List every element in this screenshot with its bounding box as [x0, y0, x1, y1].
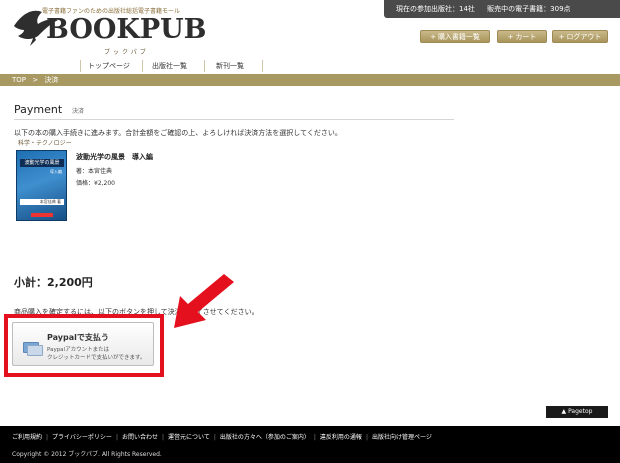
red-highlight-box: [4, 314, 164, 377]
cover-publisher-mark: [31, 213, 53, 217]
main-nav: トップページ 出版社一覧 新刊一覧: [0, 58, 620, 74]
copyright: Copyright © 2012 ブックパブ. All Rights Reser…: [12, 451, 162, 458]
footer-link-terms[interactable]: ご利用規約: [12, 434, 42, 441]
nav-divider: [80, 60, 81, 72]
book-count: 販売中の電子書籍：309点: [487, 5, 571, 13]
subtotal: 小計：2,200円: [14, 276, 93, 289]
footer-link-report[interactable]: 違反利用の通報: [320, 434, 362, 441]
publisher-count: 現在の参加出版社：14社: [396, 5, 475, 13]
cart-label: カート: [515, 33, 537, 41]
footer-separator: |: [46, 434, 49, 441]
book-category: 科学・テクノロジー: [18, 140, 72, 147]
nav-item-publishers[interactable]: 出版社一覧: [152, 59, 187, 73]
breadcrumb-top-link[interactable]: TOP: [12, 76, 26, 84]
cover-author: 本宮佳典 著: [20, 199, 64, 205]
book-title: 波動光学の風景 導入編: [76, 153, 153, 161]
footer-separator: |: [115, 434, 118, 441]
footer-link-admin[interactable]: 出版社向け管理ページ: [372, 434, 432, 441]
red-arrow-icon: [174, 274, 234, 328]
footer-link-privacy[interactable]: プライバシーポリシー: [52, 434, 112, 441]
footer-separator: |: [213, 434, 216, 441]
site-footer: ご利用規約 | プライバシーポリシー | お問い合わせ | 運営元について | 出版社の方々へ（…: [0, 426, 620, 463]
book-cover-image: 波動光学の風景 導入編 本宮佳典 著: [16, 150, 67, 221]
footer-separator: |: [313, 434, 316, 441]
cart-button[interactable]: + カート: [497, 30, 547, 43]
cover-title: 波動光学の風景: [20, 159, 64, 167]
site-logo[interactable]: 電子書籍ファンのための出版社総括電子書籍モール BOOKPUB ブックパブ: [12, 4, 252, 56]
pagetop-label: Pagetop: [568, 408, 593, 415]
nav-divider: [204, 60, 205, 72]
breadcrumb-separator: >: [32, 76, 39, 84]
logout-button[interactable]: + ログアウト: [552, 30, 608, 43]
book-price: 価格：¥2,200: [76, 180, 115, 187]
plus-icon: +: [507, 33, 514, 41]
nav-divider: [262, 60, 263, 72]
cover-subtitle: 導入編: [50, 169, 62, 174]
nav-item-top[interactable]: トップページ: [88, 59, 130, 73]
logo-text: BOOKPUB: [46, 14, 207, 45]
plus-icon: +: [558, 33, 565, 41]
pagetop-button[interactable]: ▲ Pagetop: [546, 406, 608, 418]
logo-kana: ブックパブ: [104, 49, 149, 56]
nav-item-new-releases[interactable]: 新刊一覧: [216, 59, 244, 73]
page-title: Payment: [14, 103, 63, 116]
breadcrumb-current: 決済: [44, 76, 59, 84]
footer-link-publishers[interactable]: 出版社の方々へ（参加のご案内）: [220, 434, 310, 441]
footer-link-contact[interactable]: お問い合わせ: [122, 434, 158, 441]
breadcrumb: TOP > 決済: [0, 74, 620, 86]
site-header: 電子書籍ファンのための出版社総括電子書籍モール BOOKPUB ブックパブ 現在…: [0, 0, 620, 58]
purchased-books-label: 購入書籍一覧: [437, 33, 480, 41]
page-title-sub: 決済: [72, 108, 85, 115]
footer-separator: |: [365, 434, 368, 441]
stats-bar: 現在の参加出版社：14社 販売中の電子書籍：309点: [384, 0, 620, 18]
logout-label: ログアウト: [566, 33, 602, 41]
nav-divider: [142, 60, 143, 72]
footer-link-about[interactable]: 運営元について: [168, 434, 210, 441]
purchased-books-button[interactable]: + 購入書籍一覧: [420, 30, 490, 43]
intro-text: 以下の本の購入手続きに進みます。合計金額をご確認の上、よろしければ決済方法を選択…: [14, 129, 342, 137]
footer-separator: |: [161, 434, 165, 441]
footer-links: ご利用規約 | プライバシーポリシー | お問い合わせ | 運営元について | 出版社の方々へ（…: [12, 432, 432, 441]
book-author: 著：本宮佳典: [76, 168, 113, 175]
plus-icon: +: [430, 33, 436, 41]
title-divider: [14, 119, 454, 120]
